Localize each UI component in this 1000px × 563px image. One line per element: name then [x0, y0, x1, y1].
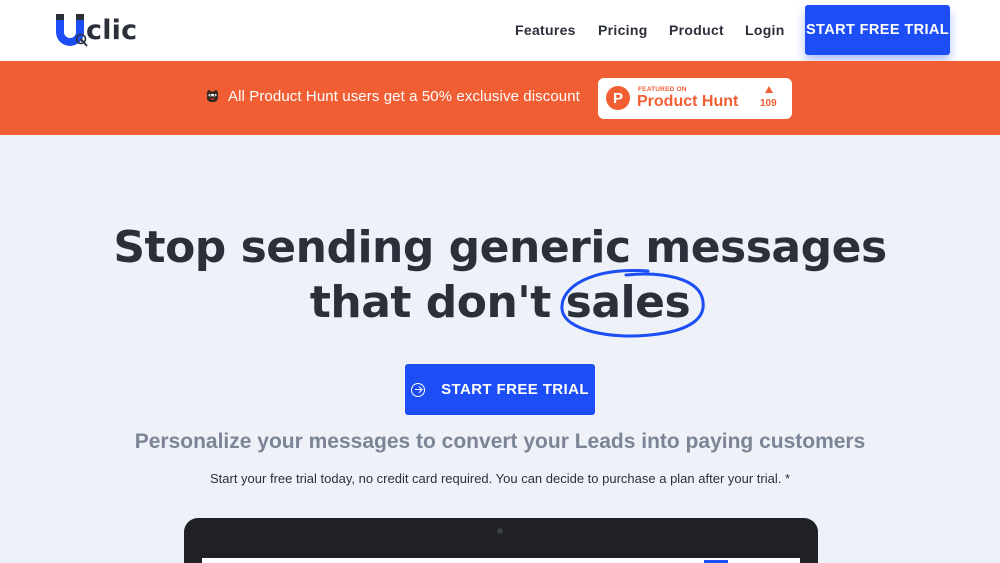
magnet-u-logo-icon — [56, 14, 88, 47]
headline-prefix: that don't — [309, 277, 551, 328]
nav-pricing[interactable]: Pricing — [598, 22, 648, 38]
site-header: clic Features Pricing Product Login STAR… — [0, 0, 1000, 61]
nav-product[interactable]: Product — [669, 22, 724, 38]
ph-upvote-count: 109 — [760, 98, 777, 109]
product-hunt-badge[interactable]: P FEATURED ON Product Hunt 109 — [598, 78, 792, 119]
nav-login[interactable]: Login — [745, 22, 785, 38]
arrow-right-circle-icon — [411, 382, 426, 397]
nav-features[interactable]: Features — [515, 22, 576, 38]
product-hunt-logo-icon: P — [606, 86, 630, 110]
brand-logo[interactable]: clic — [52, 12, 137, 48]
promo-text: All Product Hunt users get a 50% exclusi… — [228, 88, 580, 105]
hand-drawn-circle-icon — [560, 268, 705, 338]
device-screen — [202, 558, 800, 563]
ph-featured-label: FEATURED ON — [638, 86, 687, 93]
camera-icon — [497, 528, 503, 534]
header-start-trial-button[interactable]: START FREE TRIAL — [805, 5, 950, 55]
device-mockup — [184, 518, 818, 563]
hero-subtitle: Personalize your messages to convert you… — [134, 430, 866, 453]
trial-note: Start your free trial today, no credit c… — [209, 471, 791, 486]
promo-banner: All Product Hunt users get a 50% exclusi… — [0, 61, 1000, 135]
hero-headline-line1: Stop sending generic messages — [113, 222, 887, 273]
hero-headline-line2: that don't sales — [0, 268, 1000, 338]
headline-circled-word: sales — [560, 268, 705, 338]
ph-name: Product Hunt — [637, 93, 739, 110]
brand-name: clic — [86, 14, 138, 46]
upvote-arrow-icon — [765, 86, 773, 93]
promo-message: All Product Hunt users get a 50% exclusi… — [206, 88, 580, 105]
hero-start-trial-button[interactable]: START FREE TRIAL — [405, 364, 595, 415]
cat-face-emoji-icon — [207, 89, 218, 102]
hero-cta-label: START FREE TRIAL — [441, 381, 589, 398]
